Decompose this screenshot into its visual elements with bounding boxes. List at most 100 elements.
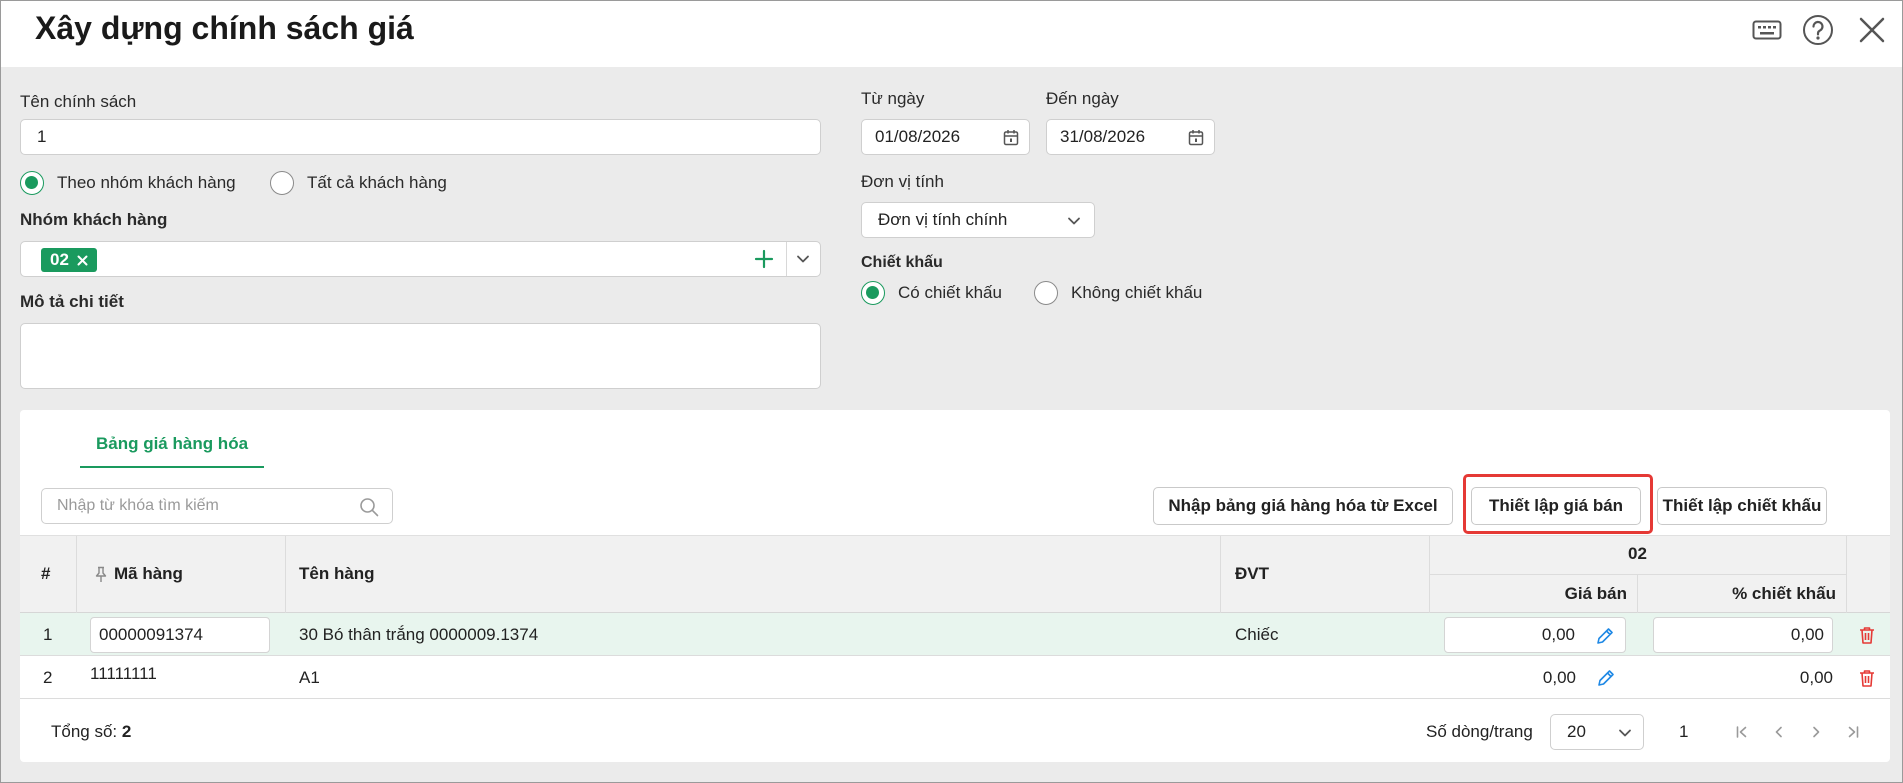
- radio-checked-icon: [20, 171, 44, 195]
- total-value: 2: [121, 722, 132, 741]
- search-icon[interactable]: [359, 497, 379, 517]
- next-page-icon[interactable]: [1806, 722, 1826, 742]
- tab-price-list[interactable]: Bảng giá hàng hóa: [80, 432, 264, 468]
- customer-group-chip: 02: [41, 248, 97, 272]
- radio-has-discount[interactable]: Có chiết khấu: [861, 281, 1002, 305]
- import-excel-button[interactable]: Nhập bảng giá hàng hóa từ Excel: [1153, 487, 1453, 525]
- col-code-label: Mã hàng: [114, 564, 183, 583]
- select-divider: [786, 242, 787, 276]
- radio-unchecked-icon: [1034, 281, 1058, 305]
- delete-icon[interactable]: [1859, 656, 1875, 699]
- description-textarea[interactable]: [20, 323, 821, 389]
- col-unit: ĐVT: [1235, 564, 1269, 583]
- last-page-icon[interactable]: [1843, 722, 1863, 742]
- col-code[interactable]: Mã hàng: [94, 564, 183, 584]
- col-divider: [1846, 536, 1847, 614]
- row-index: 1: [43, 624, 53, 644]
- help-icon[interactable]: [1801, 13, 1835, 47]
- col-divider: [1220, 536, 1221, 614]
- row-price-input[interactable]: 0,00: [1444, 617, 1626, 653]
- prev-page-icon[interactable]: [1769, 722, 1789, 742]
- dialog-title: Xây dựng chính sách giá: [35, 10, 414, 46]
- discount-label: Chiết khấu: [861, 254, 943, 271]
- description-label: Mô tả chi tiết: [20, 292, 124, 311]
- from-date-label: Từ ngày: [861, 89, 925, 108]
- radio-no-discount-label: Không chiết khấu: [1071, 283, 1203, 302]
- pin-icon[interactable]: [94, 566, 108, 583]
- highlight-box: [1463, 474, 1653, 534]
- col-group: 02: [1628, 544, 1647, 563]
- customer-group-label: Nhóm khách hàng: [20, 210, 168, 229]
- radio-all-customers-label: Tất cả khách hàng: [307, 173, 447, 192]
- customer-group-chip-label: 02: [50, 250, 69, 269]
- col-discount-pct: % chiết khấu: [1732, 584, 1836, 603]
- radio-all-customers[interactable]: Tất cả khách hàng: [270, 171, 447, 195]
- group-divider: [1429, 574, 1846, 575]
- dialog-header: Xây dựng chính sách giá: [1, 1, 1902, 67]
- row-discount-pct: 0,00: [1790, 625, 1824, 644]
- row-code-input[interactable]: 00000091374: [90, 617, 270, 653]
- edit-icon[interactable]: [1595, 626, 1615, 646]
- col-divider: [285, 536, 286, 614]
- chevron-down-icon: [1066, 215, 1082, 227]
- first-page-icon[interactable]: [1732, 722, 1752, 742]
- table-row[interactable]: 2 11111111 A1 0,00 0,00: [20, 656, 1890, 699]
- policy-name-input[interactable]: 1: [20, 119, 821, 155]
- to-date-label: Đến ngày: [1046, 89, 1119, 108]
- delete-icon[interactable]: [1859, 613, 1875, 656]
- from-date-value: 01/08/2026: [875, 127, 961, 146]
- table-row[interactable]: 1 00000091374 30 Bó thân trắng 0000009.1…: [20, 613, 1890, 656]
- row-discount-input[interactable]: 0,00: [1653, 617, 1833, 653]
- to-date-value: 31/08/2026: [1060, 127, 1146, 146]
- row-code: 11111111: [90, 663, 157, 683]
- radio-unchecked-icon: [270, 171, 294, 195]
- radio-checked-icon: [861, 281, 885, 305]
- row-unit: Chiếc: [1235, 624, 1279, 644]
- chip-remove-icon[interactable]: [77, 255, 88, 266]
- radio-no-discount[interactable]: Không chiết khấu: [1034, 281, 1202, 305]
- keyboard-icon[interactable]: [1750, 13, 1784, 47]
- col-name: Tên hàng: [299, 564, 375, 583]
- col-price: Giá bán: [1564, 584, 1627, 603]
- grid-footer: Tổng số: 2 Số dòng/trang 20 1: [20, 702, 1890, 754]
- chevron-down-icon: [1617, 727, 1633, 739]
- rows-per-page-label: Số dòng/trang: [1426, 722, 1533, 741]
- edit-icon[interactable]: [1596, 656, 1616, 699]
- unit-select[interactable]: Đơn vị tính chính: [861, 202, 1095, 238]
- unit-label: Đơn vị tính: [861, 172, 944, 191]
- rows-per-page-value: 20: [1567, 722, 1586, 741]
- rows-per-page-select[interactable]: 20: [1550, 714, 1644, 750]
- unit-value: Đơn vị tính chính: [878, 210, 1008, 229]
- current-page: 1: [1679, 722, 1689, 741]
- radio-has-discount-label: Có chiết khấu: [898, 283, 1002, 302]
- calendar-icon[interactable]: [1188, 129, 1204, 146]
- row-price: 0,00: [1542, 667, 1576, 687]
- customer-group-select[interactable]: 02: [20, 241, 821, 277]
- policy-name-value: 1: [37, 127, 47, 146]
- row-discount-pct: 0,00: [1799, 667, 1833, 687]
- radio-by-customer-group-label: Theo nhóm khách hàng: [57, 173, 236, 192]
- dialog-window: Xây dựng chính sách giá Tên chính sách 1…: [0, 0, 1903, 783]
- total-count: Tổng số: 2: [51, 722, 131, 742]
- radio-by-customer-group[interactable]: Theo nhóm khách hàng: [20, 171, 236, 195]
- set-discount-button[interactable]: Thiết lập chiết khấu: [1657, 487, 1827, 525]
- grid-header: # Mã hàng Tên hàng ĐVT 02 Giá bán % chiế…: [20, 535, 1890, 614]
- total-label: Tổng số:: [51, 722, 118, 741]
- calendar-icon[interactable]: [1003, 129, 1019, 146]
- row-name: 30 Bó thân trắng 0000009.1374: [299, 624, 539, 644]
- row-code: 00000091374: [99, 625, 204, 644]
- search-placeholder: Nhập từ khóa tìm kiếm: [57, 497, 219, 514]
- col-index: #: [41, 564, 51, 583]
- col-divider: [76, 536, 77, 614]
- policy-name-label: Tên chính sách: [20, 92, 137, 111]
- close-icon[interactable]: [1855, 13, 1889, 47]
- row-price: 0,00: [1541, 625, 1575, 644]
- add-customer-group-icon[interactable]: [754, 249, 774, 269]
- row-name: A1: [299, 667, 320, 687]
- to-date-input[interactable]: 31/08/2026: [1046, 119, 1215, 155]
- chevron-down-icon[interactable]: [795, 253, 811, 265]
- from-date-input[interactable]: 01/08/2026: [861, 119, 1030, 155]
- price-table-panel: Bảng giá hàng hóa Nhập từ khóa tìm kiếm …: [20, 410, 1890, 762]
- row-index: 2: [43, 667, 53, 687]
- search-input[interactable]: Nhập từ khóa tìm kiếm: [41, 488, 393, 524]
